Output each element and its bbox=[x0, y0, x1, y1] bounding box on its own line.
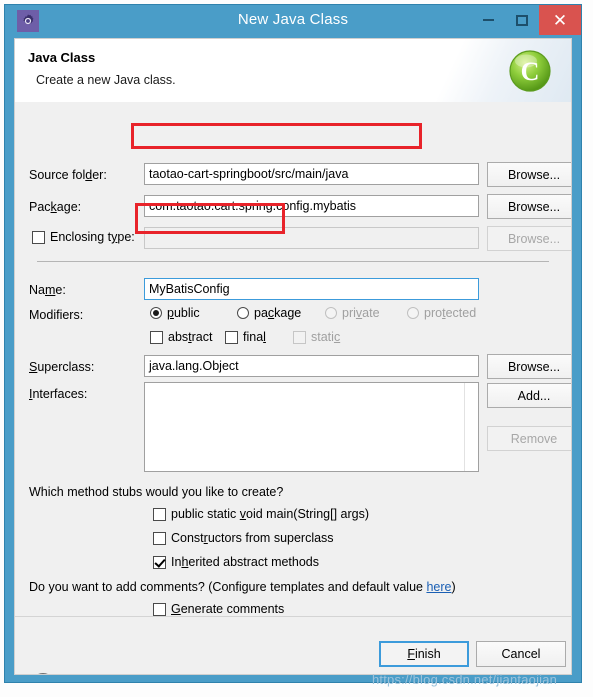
modifier-checkbox-abstract[interactable]: abstract bbox=[150, 330, 212, 344]
modifier-radio-public[interactable]: public bbox=[150, 306, 200, 320]
checkbox-icon bbox=[153, 507, 166, 521]
interfaces-add-button[interactable]: Add... bbox=[487, 383, 571, 408]
package-label: Package: bbox=[29, 200, 82, 214]
stub-checkbox-inherited[interactable]: Inherited abstract methods bbox=[153, 555, 319, 569]
browse-label: Browse... bbox=[507, 199, 561, 214]
finish-button[interactable]: Finish bbox=[379, 641, 469, 667]
browse-label: Browse... bbox=[507, 231, 561, 246]
modifier-label: public bbox=[167, 306, 200, 320]
modifier-label: private bbox=[342, 306, 380, 320]
modifier-checkbox-static: static bbox=[293, 330, 340, 344]
source-folder-label: Source folder: bbox=[29, 168, 107, 182]
modifier-radio-package[interactable]: package bbox=[237, 306, 301, 320]
java-class-icon: C bbox=[509, 50, 551, 92]
comments-question-prefix: Do you want to add comments? (Configure … bbox=[29, 580, 427, 594]
watermark: https://blog.csdn.net/jiantaojian bbox=[372, 672, 558, 687]
close-icon: ✕ bbox=[552, 10, 568, 30]
name-label: Name: bbox=[29, 283, 66, 297]
modifier-label: package bbox=[254, 306, 302, 320]
stub-label: Constructors from superclass bbox=[171, 531, 334, 545]
configure-templates-link[interactable]: here bbox=[426, 580, 451, 594]
modifier-checkbox-final[interactable]: final bbox=[225, 330, 266, 344]
modifier-label: final bbox=[243, 330, 266, 344]
cancel-button[interactable]: Cancel bbox=[476, 641, 566, 667]
source-folder-input[interactable]: taotao-cart-springboot/src/main/java bbox=[144, 163, 479, 185]
browse-label: Browse... bbox=[507, 167, 561, 182]
minimize-button[interactable] bbox=[471, 5, 505, 35]
browse-label: Browse... bbox=[507, 359, 561, 374]
radio-icon bbox=[407, 307, 419, 319]
comments-question: Do you want to add comments? (Configure … bbox=[29, 580, 456, 594]
wizard-header: Java Class Create a new Java class. bbox=[15, 39, 571, 103]
modifier-label: protected bbox=[424, 306, 477, 320]
superclass-label: Superclass: bbox=[29, 360, 95, 374]
generate-comments-checkbox[interactable]: Generate comments bbox=[153, 602, 284, 616]
interfaces-label: Interfaces: bbox=[29, 387, 88, 401]
package-browse-button[interactable]: Browse... bbox=[487, 194, 571, 219]
stub-checkbox-constructors[interactable]: Constructors from superclass bbox=[153, 531, 334, 545]
stub-label: Inherited abstract methods bbox=[171, 555, 320, 569]
page-subtitle: Create a new Java class. bbox=[36, 73, 176, 87]
package-input[interactable]: com.taotao.cart.spring.config.mybatis bbox=[144, 195, 479, 217]
method-stubs-question: Which method stubs would you like to cre… bbox=[29, 485, 284, 499]
maximize-icon bbox=[516, 14, 528, 26]
checkbox-icon bbox=[32, 230, 45, 244]
enclosing-type-checkbox[interactable]: Enclosing type: bbox=[32, 230, 135, 244]
superclass-browse-button[interactable]: Browse... bbox=[487, 354, 571, 379]
source-folder-browse-button[interactable]: Browse... bbox=[487, 162, 571, 187]
radio-icon bbox=[150, 307, 162, 319]
maximize-button[interactable] bbox=[505, 5, 539, 35]
add-label: Add... bbox=[517, 388, 551, 403]
modifier-label: abstract bbox=[168, 330, 213, 344]
comments-question-suffix: ) bbox=[451, 580, 456, 594]
name-input[interactable]: MyBatisConfig bbox=[144, 278, 479, 300]
checkbox-icon bbox=[225, 330, 238, 344]
cancel-label: Cancel bbox=[501, 647, 541, 661]
checkbox-icon bbox=[153, 531, 166, 545]
minimize-icon bbox=[482, 19, 494, 21]
radio-icon bbox=[325, 307, 337, 319]
title-bar: New Java Class ✕ bbox=[5, 5, 581, 35]
checkbox-icon bbox=[153, 602, 166, 616]
modifiers-label: Modifiers: bbox=[29, 308, 84, 322]
close-button[interactable]: ✕ bbox=[539, 5, 581, 35]
enclosing-type-input[interactable] bbox=[144, 227, 479, 249]
dialog-content: Java Class Create a new Java class. C So… bbox=[14, 38, 572, 675]
interfaces-list[interactable] bbox=[144, 382, 479, 472]
remove-label: Remove bbox=[510, 431, 558, 446]
modifier-radio-private: private bbox=[325, 306, 380, 320]
svg-text:C: C bbox=[521, 57, 540, 86]
enclosing-type-browse-button: Browse... bbox=[487, 226, 571, 251]
dialog-window: New Java Class ✕ Java Class Create a new… bbox=[4, 4, 582, 683]
checkbox-icon bbox=[153, 555, 166, 569]
page-title: Java Class bbox=[28, 50, 96, 65]
finish-label: Finish bbox=[407, 647, 441, 661]
generate-comments-label: Generate comments bbox=[171, 602, 285, 616]
checkbox-icon bbox=[150, 330, 163, 344]
interfaces-remove-button: Remove bbox=[487, 426, 571, 451]
superclass-input[interactable]: java.lang.Object bbox=[144, 355, 479, 377]
enclosing-type-label: Enclosing type: bbox=[50, 230, 135, 244]
stub-checkbox-main[interactable]: public static void main(String[] args) bbox=[153, 507, 369, 521]
radio-icon bbox=[237, 307, 249, 319]
modifier-radio-protected: protected bbox=[407, 306, 476, 320]
interfaces-scrollbar[interactable] bbox=[464, 383, 478, 471]
checkbox-icon bbox=[293, 330, 306, 344]
wizard-body: Source folder: taotao-cart-springboot/sr… bbox=[15, 102, 571, 616]
divider-1 bbox=[37, 261, 549, 262]
modifier-label: static bbox=[311, 330, 341, 344]
stub-label: public static void main(String[] args) bbox=[171, 507, 369, 521]
